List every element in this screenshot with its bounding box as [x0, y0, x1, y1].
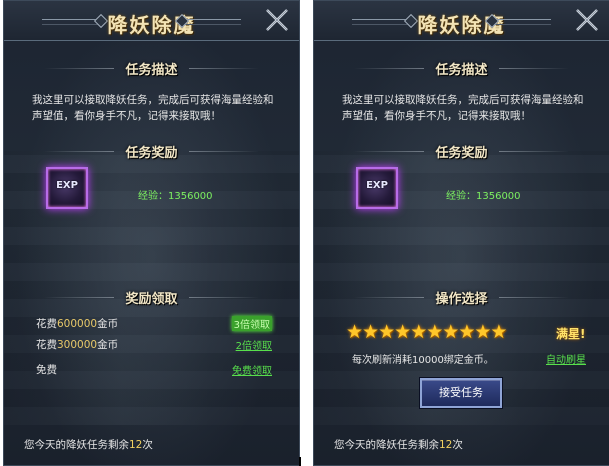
star-icon: ★ — [362, 321, 380, 343]
star-icon: ★ — [490, 321, 508, 343]
star-icon: ★ — [410, 321, 428, 343]
star-icon: ★ — [426, 321, 444, 343]
claim-triple-button[interactable]: 3倍领取 — [231, 316, 272, 331]
title-ornament-right — [491, 19, 551, 25]
exp-icon-label: EXP — [366, 180, 388, 191]
description-header: 任务描述 — [314, 59, 609, 78]
panel-title: 降妖除魔 — [107, 13, 196, 37]
refresh-cost-text: 每次刷新消耗10000绑定金币。 — [352, 355, 494, 366]
task-description: 我这里可以接取降妖任务，完成后可获得海量经验和声望值，看你身手不凡，记得来接取哦… — [32, 94, 274, 122]
star-rating: ★★★★★★★★★★ — [346, 321, 508, 343]
claim-row-triple: 花费600000金币 3倍领取 — [36, 316, 272, 332]
reward-exp-value: 经验：1356000 — [138, 191, 213, 202]
title-ornament-right — [181, 19, 241, 25]
divider-mark — [299, 457, 301, 466]
panel-title: 降妖除魔 — [417, 13, 506, 37]
reward-header: 任务奖励 — [4, 142, 299, 161]
claim-cost: 花费300000金币 — [36, 339, 119, 351]
description-header: 任务描述 — [4, 59, 299, 78]
exp-scroll-icon[interactable]: EXP — [46, 167, 88, 209]
star-icon: ★ — [346, 321, 364, 343]
reward-exp-value: 经验：1356000 — [446, 191, 521, 202]
claim-header: 奖励领取 — [4, 288, 299, 307]
accept-task-button[interactable]: 接受任务 — [419, 377, 503, 409]
claim-cost: 免费 — [36, 364, 57, 376]
task-panel-accept: 降妖除魔 任务描述 我这里可以接取降妖任务，完成后可获得海量经验和声望值，看你身… — [313, 0, 609, 466]
claim-free-button[interactable]: 免费领取 — [232, 362, 272, 377]
remaining-count-text: 您今天的降妖任务剩余12次 — [24, 439, 153, 451]
remaining-count-text: 您今天的降妖任务剩余12次 — [334, 439, 463, 451]
exp-icon-label: EXP — [56, 180, 78, 191]
star-icon: ★ — [474, 321, 492, 343]
auto-refresh-stars-button[interactable]: 自动刷星 — [546, 351, 586, 366]
close-icon[interactable] — [263, 6, 291, 34]
star-icon: ★ — [458, 321, 476, 343]
task-description: 我这里可以接取降妖任务，完成后可获得海量经验和声望值，看你身手不凡，记得来接取哦… — [342, 94, 584, 122]
star-icon: ★ — [378, 321, 396, 343]
claim-double-button[interactable]: 2倍领取 — [236, 337, 272, 352]
star-icon: ★ — [394, 321, 412, 343]
title-bar[interactable]: 降妖除魔 — [314, 1, 609, 41]
reward-header: 任务奖励 — [314, 142, 609, 161]
claim-row-free: 免费 免费领取 — [36, 362, 272, 378]
star-icon: ★ — [442, 321, 460, 343]
close-icon[interactable] — [573, 6, 601, 34]
title-bar[interactable]: 降妖除魔 — [4, 1, 299, 41]
exp-scroll-icon[interactable]: EXP — [356, 167, 398, 209]
task-panel-claim: 降妖除魔 任务描述 我这里可以接取降妖任务，完成后可获得海量经验和声望值，看你身… — [3, 0, 300, 466]
claim-row-double: 花费300000金币 2倍领取 — [36, 337, 272, 353]
full-star-label: 满星! — [556, 327, 586, 341]
operation-header: 操作选择 — [314, 288, 609, 307]
claim-cost: 花费600000金币 — [36, 318, 119, 330]
